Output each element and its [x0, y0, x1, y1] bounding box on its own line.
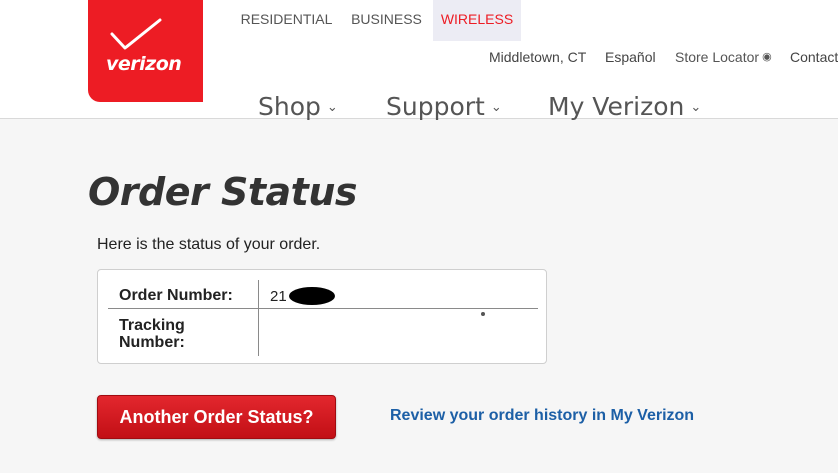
nav-my-verizon[interactable]: My Verizon ⌄ [548, 89, 701, 126]
row-divider [108, 308, 538, 309]
location-link[interactable]: Middletown, CT [489, 49, 586, 65]
order-number-value: 21 [270, 287, 335, 305]
stray-dot [481, 312, 485, 316]
segment-residential[interactable]: RESIDENTIAL [233, 0, 340, 41]
map-pin-icon: ◉ [762, 51, 772, 63]
verizon-logo[interactable]: verizon [88, 0, 203, 102]
page-title: Order Status [88, 170, 358, 214]
order-number-label: Order Number: [119, 287, 233, 304]
column-divider [258, 280, 259, 356]
nav-my-verizon-label: My Verizon [548, 92, 685, 121]
segment-wireless[interactable]: WIRELESS [433, 0, 521, 41]
nav-support[interactable]: Support ⌄ [386, 89, 502, 126]
order-status-table: Order Number: 21 Tracking Number: [97, 269, 547, 364]
redaction-mark [288, 287, 335, 305]
nav-support-label: Support [386, 92, 485, 121]
language-link[interactable]: Español [605, 49, 656, 65]
nav-shop[interactable]: Shop ⌄ [258, 89, 338, 126]
store-locator-label: Store Locator [675, 49, 760, 65]
chevron-down-icon: ⌄ [490, 100, 502, 115]
site-header: verizon RESIDENTIAL BUSINESS WIRELESS Mi… [0, 0, 838, 121]
segment-business[interactable]: BUSINESS [342, 0, 431, 41]
another-order-status-button[interactable]: Another Order Status? [97, 395, 336, 439]
order-history-link[interactable]: Review your order history in My Verizon [390, 407, 694, 425]
status-intro: Here is the status of your order. [97, 236, 321, 253]
order-number-text: 21 [270, 288, 287, 305]
tracking-number-label: Tracking Number: [119, 317, 185, 351]
nav-shop-label: Shop [258, 92, 321, 121]
checkmark-icon [110, 18, 162, 50]
contact-link[interactable]: Contact [790, 49, 838, 65]
chevron-down-icon: ⌄ [690, 100, 702, 115]
store-locator-link[interactable]: Store Locator ◉ [675, 49, 772, 65]
logo-wordmark: verizon [106, 53, 182, 75]
chevron-down-icon: ⌄ [326, 100, 338, 115]
